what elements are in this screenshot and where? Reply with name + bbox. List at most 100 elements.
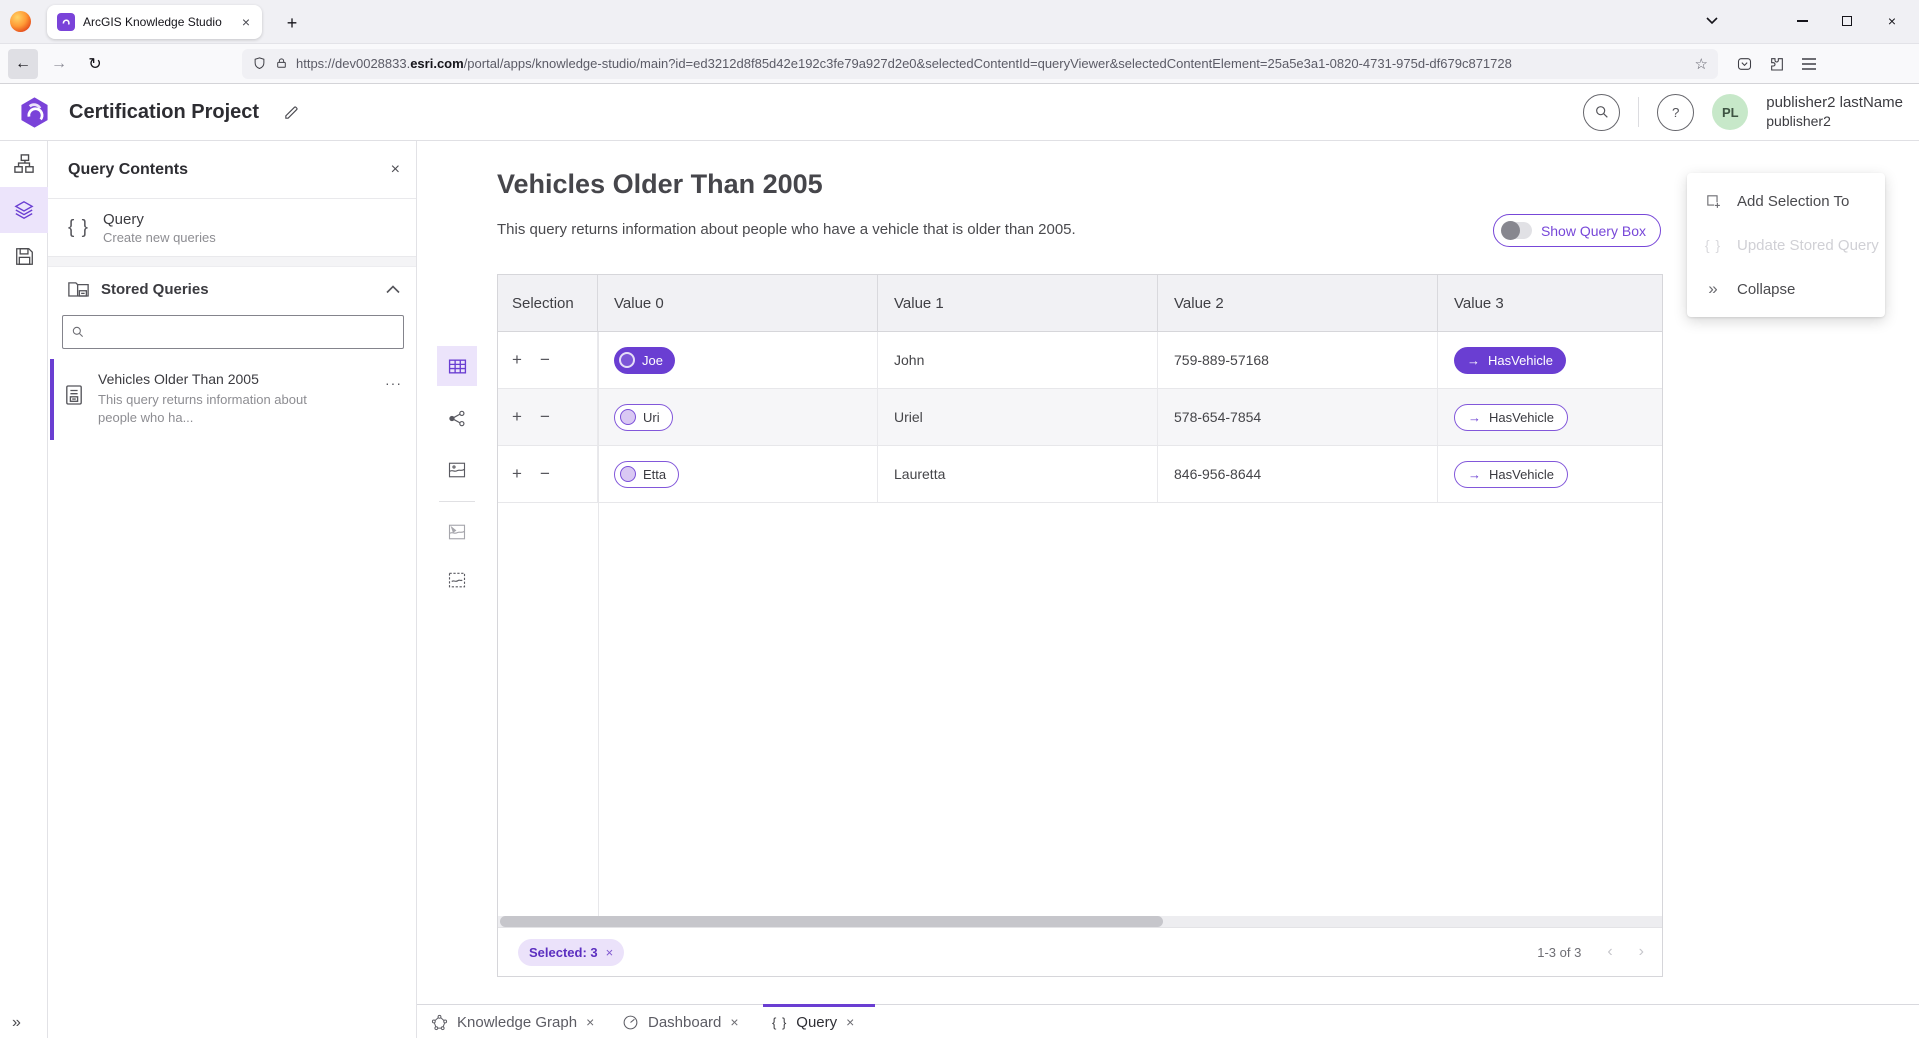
app-favicon-icon: [57, 13, 75, 31]
new-query-item[interactable]: { } Query Create new queries: [48, 199, 416, 257]
tab-query[interactable]: { } Query ×: [772, 1005, 854, 1038]
horizontal-scrollbar[interactable]: [498, 916, 1662, 927]
window-minimize-button[interactable]: [1785, 6, 1819, 36]
project-title: Certification Project: [69, 101, 259, 124]
user-block[interactable]: publisher2 lastName publisher2: [1766, 94, 1903, 130]
tab-close-icon[interactable]: ×: [846, 1014, 854, 1030]
tab-list-chevron-icon[interactable]: [1695, 6, 1729, 36]
braces-icon: { }: [772, 1015, 787, 1030]
window-maximize-button[interactable]: [1830, 6, 1864, 36]
arrow-right-icon: →: [1468, 410, 1481, 425]
back-button[interactable]: ←: [8, 49, 38, 79]
lock-icon[interactable]: [275, 56, 288, 71]
rail-expand-icon[interactable]: »: [0, 1014, 48, 1032]
tab-dashboard[interactable]: Dashboard ×: [622, 1005, 739, 1038]
next-page-icon[interactable]: ›: [1639, 943, 1644, 961]
entity-circle-icon: [620, 409, 636, 425]
scrollbar-thumb[interactable]: [500, 916, 1163, 927]
entity-pill[interactable]: Uri: [614, 404, 673, 431]
column-header[interactable]: Selection: [498, 275, 598, 331]
row-add-button[interactable]: +: [512, 407, 522, 427]
view-link-chart-button[interactable]: [437, 398, 477, 438]
window-close-button[interactable]: ×: [1875, 6, 1909, 36]
column-header[interactable]: Value 3: [1438, 275, 1662, 331]
stored-queries-search-input[interactable]: [91, 325, 395, 340]
pocket-save-icon[interactable]: [1736, 56, 1753, 72]
rail-hierarchy-button[interactable]: [0, 141, 48, 187]
dashboard-gauge-icon: [622, 1014, 639, 1031]
table-row[interactable]: + − Joe John 759-889-57168 →HasVehicle: [498, 332, 1662, 389]
stored-queries-search[interactable]: [62, 315, 404, 349]
tracking-shield-icon[interactable]: [252, 56, 267, 71]
user-avatar[interactable]: PL: [1712, 94, 1748, 130]
left-rail: »: [0, 141, 48, 1038]
browser-tab[interactable]: ArcGIS Knowledge Studio ×: [47, 5, 262, 39]
panel-close-icon[interactable]: ×: [391, 161, 400, 179]
search-button[interactable]: [1583, 94, 1620, 131]
edit-title-pencil-icon[interactable]: [283, 104, 300, 121]
row-remove-button[interactable]: −: [540, 407, 550, 427]
stored-query-item[interactable]: Vehicles Older Than 2005 This query retu…: [48, 359, 416, 440]
stored-queries-header[interactable]: Stored Queries: [48, 267, 416, 311]
entity-pill[interactable]: Etta: [614, 461, 679, 488]
tab-knowledge-graph[interactable]: Knowledge Graph ×: [431, 1005, 594, 1038]
column-header[interactable]: Value 1: [878, 275, 1158, 331]
arrow-right-icon: →: [1467, 353, 1480, 368]
view-map-selection-button[interactable]: [437, 512, 477, 552]
rail-save-button[interactable]: [0, 233, 48, 279]
view-map-button[interactable]: [437, 450, 477, 490]
tab-close-icon[interactable]: ×: [586, 1014, 594, 1030]
stored-queries-title: Stored Queries: [101, 281, 209, 298]
menu-item-add-selection-to[interactable]: Add Selection To: [1687, 179, 1885, 223]
tab-close-icon[interactable]: ×: [730, 1014, 738, 1030]
cell-value: Uriel: [894, 409, 923, 425]
entity-pill[interactable]: Joe: [614, 347, 675, 374]
menu-item-collapse[interactable]: » Collapse: [1687, 267, 1885, 311]
search-icon: [71, 325, 85, 339]
selected-count-chip[interactable]: Selected: 3 ×: [518, 939, 624, 966]
extensions-icon[interactable]: [1769, 56, 1785, 72]
stored-query-more-icon[interactable]: ···: [385, 375, 402, 391]
braces-icon: { }: [1703, 237, 1723, 253]
folder-icon: [68, 280, 89, 298]
selected-count-label: Selected: 3: [529, 945, 598, 960]
rail-layers-button[interactable]: [0, 187, 48, 233]
entity-circle-icon: [620, 466, 636, 482]
menu-item-update-stored-query[interactable]: { } Update Stored Query: [1687, 223, 1885, 267]
show-query-box-label: Show Query Box: [1541, 223, 1646, 239]
relationship-pill[interactable]: →HasVehicle: [1454, 404, 1568, 431]
table-footer: Selected: 3 × 1-3 of 3 ‹ ›: [498, 927, 1662, 976]
table-row[interactable]: + − Etta Lauretta 846-956-8644 →HasVehic…: [498, 446, 1662, 503]
selection-context-menu: Add Selection To { } Update Stored Query…: [1687, 173, 1885, 317]
column-header[interactable]: Value 0: [598, 275, 878, 331]
show-query-box-toggle[interactable]: Show Query Box: [1493, 214, 1661, 247]
row-add-button[interactable]: +: [512, 464, 522, 484]
relationship-pill[interactable]: →HasVehicle: [1454, 461, 1568, 488]
forward-button[interactable]: →: [44, 49, 74, 79]
relationship-pill[interactable]: →HasVehicle: [1454, 347, 1566, 374]
row-add-button[interactable]: +: [512, 350, 522, 370]
bookmark-star-icon[interactable]: ☆: [1695, 55, 1708, 73]
firefox-icon[interactable]: [10, 11, 31, 32]
row-remove-button[interactable]: −: [540, 464, 550, 484]
collapse-icon: »: [1703, 279, 1723, 299]
help-button[interactable]: ?: [1657, 94, 1694, 131]
toolbar-right: [1736, 56, 1817, 72]
view-select-region-button[interactable]: [437, 560, 477, 600]
column-header[interactable]: Value 2: [1158, 275, 1438, 331]
row-remove-button[interactable]: −: [540, 350, 550, 370]
menu-hamburger-icon[interactable]: [1801, 57, 1817, 71]
cell-value: 578-654-7854: [1174, 409, 1261, 425]
bottom-tab-bar: Knowledge Graph × Dashboard × { } Query …: [417, 1004, 1919, 1038]
new-tab-button[interactable]: +: [278, 9, 306, 37]
tab-close-icon[interactable]: ×: [240, 14, 252, 30]
reload-button[interactable]: ↻: [80, 49, 110, 79]
header-divider: [1638, 97, 1639, 127]
chevron-up-icon[interactable]: [386, 285, 400, 294]
view-table-button[interactable]: [437, 346, 477, 386]
table-row[interactable]: + − Uri Uriel 578-654-7854 →HasVehicle: [498, 389, 1662, 446]
clear-selection-icon[interactable]: ×: [606, 945, 614, 960]
url-bar[interactable]: https://dev0028833.esri.com/portal/apps/…: [242, 49, 1718, 79]
entity-circle-icon: [619, 352, 635, 368]
previous-page-icon[interactable]: ‹: [1607, 943, 1612, 961]
